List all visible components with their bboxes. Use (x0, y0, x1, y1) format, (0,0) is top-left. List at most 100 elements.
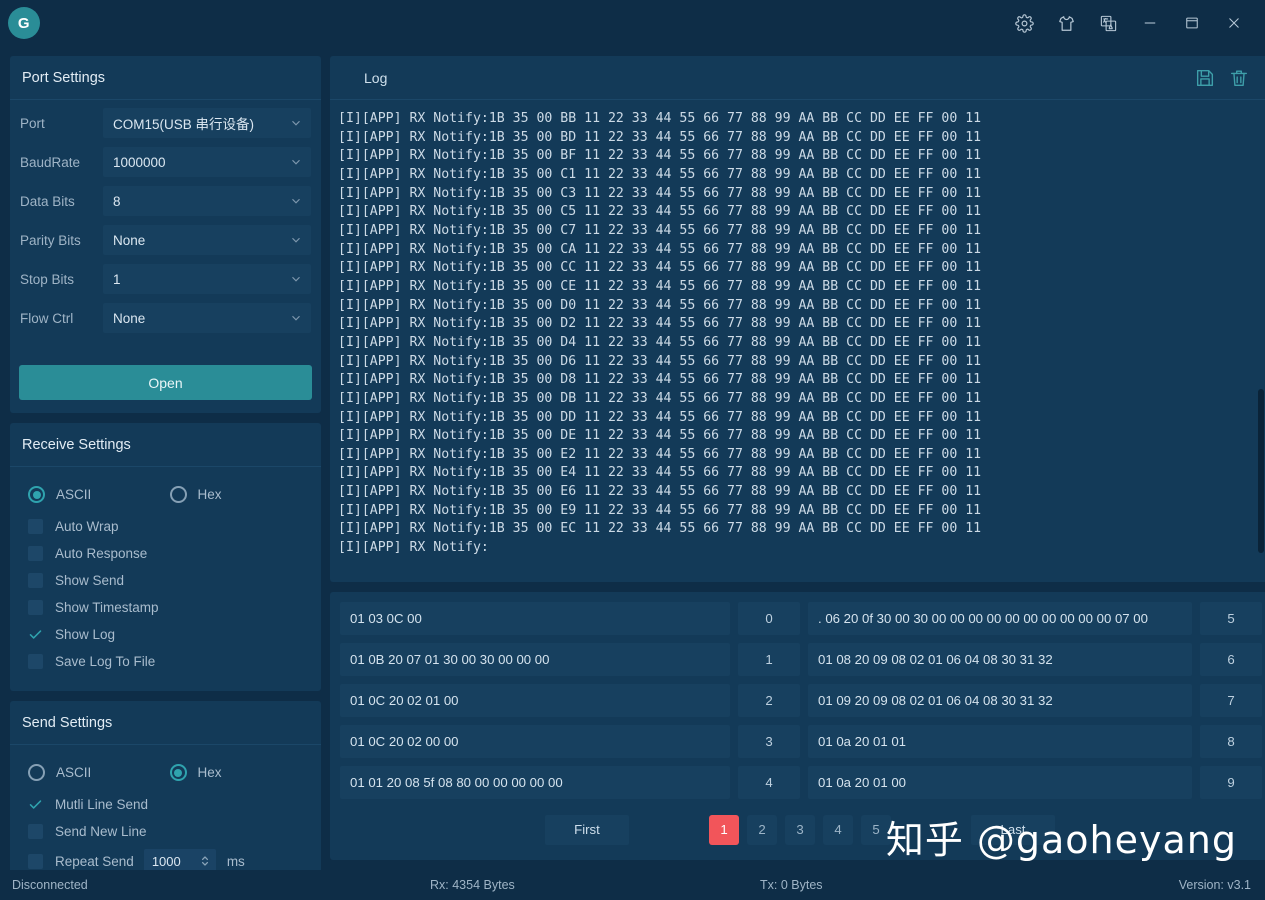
send-button-5[interactable]: 5 (1200, 602, 1262, 635)
checkbox-auto-response[interactable]: Auto Response (28, 540, 311, 567)
log-header: Log (330, 56, 1265, 100)
send-input-4[interactable]: 01 01 20 08 5f 08 80 00 00 00 00 00 (340, 766, 730, 799)
pagination-page-1[interactable]: 1 (709, 814, 739, 845)
checkbox-repeat-send-label: Repeat Send (55, 853, 134, 869)
pagination-page-4[interactable]: 4 (823, 814, 853, 845)
radio-on-icon (169, 764, 187, 781)
radio-off-icon (28, 764, 45, 781)
pagination-first-button[interactable]: First (545, 814, 629, 845)
field-stop-bits: Stop Bits 1 (20, 264, 311, 294)
log-scrollbar[interactable] (1257, 100, 1265, 582)
maximize-icon[interactable] (1171, 3, 1213, 43)
send-button-3[interactable]: 3 (738, 725, 800, 758)
checkbox-show-log-label: Show Log (55, 627, 116, 642)
send-button-7[interactable]: 7 (1200, 684, 1262, 717)
stepper-arrows-icon (201, 856, 208, 866)
pagination: First 1 2 3 4 5 Last (338, 799, 1262, 854)
send-command-grid: 01 03 0C 00 0 . 06 20 0f 30 00 30 00 00 … (338, 602, 1262, 799)
send-button-4[interactable]: 4 (738, 766, 800, 799)
chevron-down-icon (292, 237, 300, 243)
port-select-value: COM15(USB 串行设备) (113, 117, 255, 132)
stop-bits-select[interactable]: 1 (103, 264, 311, 294)
send-input-3[interactable]: 01 0C 20 02 00 00 (340, 725, 730, 758)
send-input-9[interactable]: 01 0a 20 01 00 (808, 766, 1192, 799)
send-input-2[interactable]: 01 0C 20 02 01 00 (340, 684, 730, 717)
send-button-2[interactable]: 2 (738, 684, 800, 717)
checkbox-auto-wrap[interactable]: Auto Wrap (28, 513, 311, 540)
send-input-5[interactable]: . 06 20 0f 30 00 30 00 00 00 00 00 00 00… (808, 602, 1192, 635)
pagination-page-2[interactable]: 2 (747, 814, 777, 845)
send-button-9[interactable]: 9 (1200, 766, 1262, 799)
main-area: Port Settings Port COM15(USB 串行设备) BaudR… (0, 46, 1265, 893)
radio-off-icon (169, 486, 187, 503)
checkbox-show-log[interactable]: Show Log (28, 621, 311, 648)
send-input-6[interactable]: 01 08 20 09 08 02 01 06 04 08 30 31 32 (808, 643, 1192, 676)
send-command-panel: 01 03 0C 00 0 . 06 20 0f 30 00 30 00 00 … (330, 592, 1265, 860)
port-select[interactable]: COM15(USB 串行设备) (103, 108, 311, 138)
send-input-1[interactable]: 01 0B 20 07 01 30 00 30 00 00 00 (340, 643, 730, 676)
settings-icon[interactable] (1003, 3, 1045, 43)
open-port-button[interactable]: Open (19, 365, 312, 400)
send-button-1[interactable]: 1 (738, 643, 800, 676)
send-format-group: ASCII Hex (28, 757, 311, 788)
status-bar: Disconnected Rx: 4354 Bytes Tx: 0 Bytes … (0, 870, 1265, 900)
status-tx-bytes: Tx: 0 Bytes (760, 878, 823, 892)
left-sidebar: Port Settings Port COM15(USB 串行设备) BaudR… (0, 46, 330, 893)
checkmark-icon (28, 627, 43, 642)
theme-icon[interactable] (1045, 3, 1087, 43)
send-button-0[interactable]: 0 (738, 602, 800, 635)
checkbox-show-send[interactable]: Show Send (28, 567, 311, 594)
pagination-page-3[interactable]: 3 (785, 814, 815, 845)
receive-ascii-option[interactable]: ASCII (28, 486, 170, 503)
pagination-last-button[interactable]: Last (971, 814, 1055, 845)
log-scrollbar-thumb[interactable] (1258, 389, 1264, 554)
checkbox-off-icon (28, 573, 43, 588)
minimize-icon[interactable] (1129, 3, 1171, 43)
port-settings-panel: Port Settings Port COM15(USB 串行设备) BaudR… (10, 56, 321, 413)
flow-ctrl-select[interactable]: None (103, 303, 311, 333)
send-hex-option[interactable]: Hex (169, 764, 312, 781)
pagination-page-5[interactable]: 5 (861, 814, 891, 845)
receive-settings-title: Receive Settings (10, 423, 321, 467)
receive-hex-option[interactable]: Hex (169, 486, 312, 503)
receive-settings-body: ASCII Hex Auto Wrap Auto Response Show S… (10, 467, 321, 691)
checkbox-send-new-line-label: Send New Line (55, 824, 147, 839)
checkbox-off-icon (28, 600, 43, 615)
save-icon[interactable] (1188, 62, 1222, 94)
checkbox-show-timestamp[interactable]: Show Timestamp (28, 594, 311, 621)
send-ascii-option[interactable]: ASCII (28, 764, 170, 781)
port-settings-body: Port COM15(USB 串行设备) BaudRate 1000000 Da… (10, 100, 321, 356)
checkbox-save-log-to-file[interactable]: Save Log To File (28, 648, 311, 675)
trash-icon[interactable] (1222, 62, 1256, 94)
baudrate-select[interactable]: 1000000 (103, 147, 311, 177)
receive-settings-panel: Receive Settings ASCII Hex Auto Wrap Aut… (10, 423, 321, 691)
send-input-8[interactable]: 01 0a 20 01 01 (808, 725, 1192, 758)
tab-log[interactable]: Log (364, 70, 387, 86)
checkbox-auto-wrap-label: Auto Wrap (55, 519, 119, 534)
field-data-bits: Data Bits 8 (20, 186, 311, 216)
data-bits-select[interactable]: 8 (103, 186, 311, 216)
field-data-bits-label: Data Bits (20, 193, 75, 209)
checkbox-multi-line-send[interactable]: Mutli Line Send (28, 791, 311, 818)
flow-ctrl-select-value: None (113, 310, 146, 326)
field-baudrate-label: BaudRate (20, 154, 81, 170)
checkbox-off-icon[interactable] (28, 853, 43, 869)
send-settings-panel: Send Settings ASCII Hex Mutli Line Send … (10, 701, 321, 893)
send-input-7[interactable]: 01 09 20 09 08 02 01 06 04 08 30 31 32 (808, 684, 1192, 717)
repeat-interval-unit: ms (226, 853, 245, 869)
chevron-down-icon (292, 198, 300, 204)
checkbox-show-timestamp-label: Show Timestamp (55, 600, 159, 615)
log-text: [I][APP] RX Notify:1B 35 00 BB 11 22 33 … (338, 111, 982, 556)
checkbox-show-send-label: Show Send (55, 573, 125, 588)
send-button-8[interactable]: 8 (1200, 725, 1262, 758)
checkbox-send-new-line[interactable]: Send New Line (28, 818, 311, 845)
close-icon[interactable] (1213, 3, 1255, 43)
send-input-0[interactable]: 01 03 0C 00 (340, 602, 730, 635)
port-settings-title: Port Settings (10, 56, 321, 100)
chevron-down-icon (292, 315, 300, 321)
parity-bits-select[interactable]: None (103, 225, 311, 255)
send-button-6[interactable]: 6 (1200, 643, 1262, 676)
checkbox-off-icon (28, 824, 43, 839)
language-icon[interactable] (1087, 3, 1129, 43)
status-version: Version: v3.1 (1178, 878, 1251, 892)
